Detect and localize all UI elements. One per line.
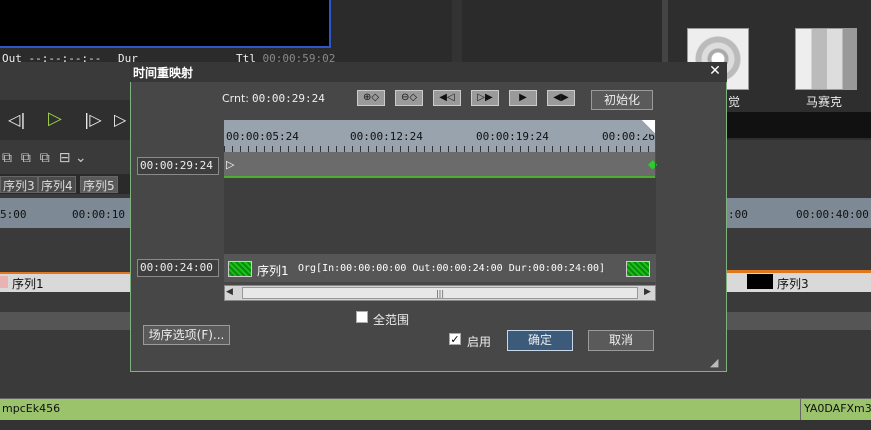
ruler-tick: 00:00:19:24 (476, 130, 549, 143)
toolbar-icons[interactable]: ⧉ ⧉ ⧉ ⊟ ⌄ (2, 150, 87, 166)
status-right-text: YA0DAFXm3 (804, 402, 871, 415)
dialog-title: 时间重映射 (133, 66, 194, 80)
clip-in-marker (228, 261, 252, 277)
bottom-edge (0, 420, 871, 430)
clip-name: 序列1 (257, 264, 289, 278)
panel-separator (452, 0, 462, 62)
upper-timecode-field[interactable]: 00:00:29:24 (137, 157, 219, 175)
clip-info: Org[In:00:00:00:00 Out:00:00:24:00 Dur:0… (298, 263, 606, 274)
scene-options-button[interactable]: 场序选项(F)... (143, 325, 230, 345)
remap-graph-area[interactable] (224, 178, 656, 254)
enable-checkbox[interactable]: ✓ (449, 333, 461, 345)
effect-label-mosaic: 马赛克 (806, 95, 843, 109)
status-bar (0, 398, 871, 420)
track-row (727, 312, 871, 330)
lower-timecode-field[interactable]: 00:00:24:00 (137, 259, 219, 277)
loop-icon[interactable]: ◀▶ (547, 90, 575, 106)
ruler-tick: 00:00:05:24 (226, 130, 299, 143)
tab-sequence5[interactable]: 序列5 (80, 176, 118, 193)
tab-sequence3[interactable]: 序列3 (0, 176, 38, 193)
ruler-tick: 00:00:40:00 (796, 208, 869, 221)
full-range-label: 全范围 (373, 313, 410, 327)
scroll-right-icon[interactable]: ▶ (644, 287, 651, 297)
remove-keyframe-button[interactable]: ⊖◇ (395, 90, 423, 106)
add-keyframe-button[interactable]: ⊕◇ (357, 90, 385, 106)
effect-thumb-mosaic[interactable] (795, 28, 857, 90)
clip-label: 序列3 (777, 277, 809, 291)
transport-out: Out --:--:--:-- (2, 52, 102, 65)
step-forward-icon[interactable]: |▷ (84, 110, 102, 129)
ruler-end-marker (642, 120, 656, 134)
clip-thumb (747, 274, 773, 289)
start-keyframe-icon[interactable]: ▷ (226, 158, 234, 171)
play-icon[interactable]: ▶ (509, 90, 537, 106)
preview-monitor (0, 0, 331, 48)
current-timecode: 00:00:29:24 (252, 92, 325, 105)
resize-grip-icon[interactable]: ◢ (710, 356, 718, 369)
scrollbar-thumb[interactable]: ||| (242, 287, 638, 299)
enable-label: 启用 (467, 335, 492, 349)
play-icon[interactable]: ▷ (48, 108, 62, 129)
cancel-button[interactable]: 取消 (588, 330, 654, 351)
track-row (0, 312, 130, 330)
current-label: Crnt: (222, 92, 250, 105)
clip-label: 序列1 (12, 277, 44, 291)
next-icon[interactable]: ▷ (114, 110, 126, 129)
tab-sequence4[interactable]: 序列4 (38, 176, 76, 193)
effect-label-1: 觉 (728, 95, 741, 109)
ruler-tick: 00:00:12:24 (350, 130, 423, 143)
status-left-text: mpcEk456 (2, 402, 61, 415)
close-icon[interactable]: ✕ (706, 62, 724, 80)
clip-out-marker (626, 261, 650, 277)
ruler-tick: 5:00 (0, 208, 27, 221)
prev-keyframe-button[interactable]: ◀◁ (433, 90, 461, 106)
step-back-icon[interactable]: ◁| (8, 110, 26, 129)
scroll-left-icon[interactable]: ◀ (226, 287, 233, 297)
full-range-checkbox[interactable] (356, 311, 368, 323)
initialize-button[interactable]: 初始化 (591, 90, 653, 110)
clip-marker (0, 276, 8, 288)
ok-button[interactable]: 确定 (507, 330, 573, 351)
ruler-tick: :00 (728, 208, 748, 221)
dialog-titlebar[interactable] (130, 62, 727, 82)
remap-curve-track[interactable] (224, 152, 656, 178)
ruler-tick: 00:00:10 (72, 208, 125, 221)
next-keyframe-button[interactable]: ▷▶ (471, 90, 499, 106)
